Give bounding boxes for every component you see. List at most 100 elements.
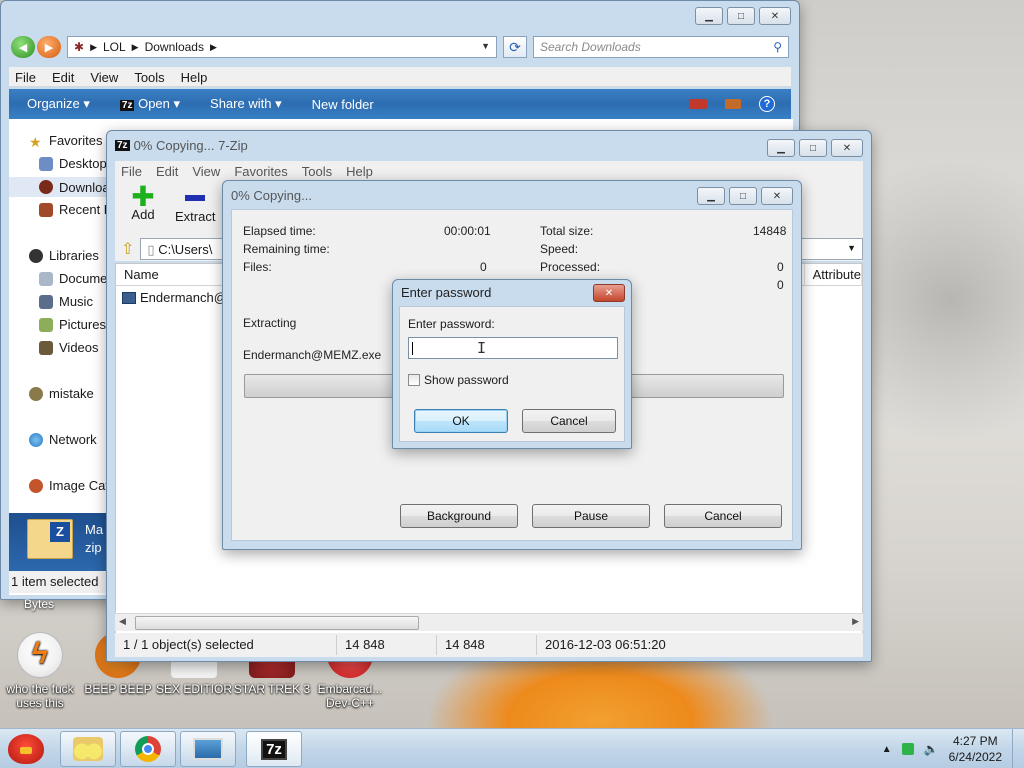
open-label: Open: [138, 96, 170, 111]
forward-button[interactable]: ▶: [37, 36, 61, 58]
close-button[interactable]: ✕: [761, 187, 793, 205]
new-folder-button[interactable]: New folder: [312, 97, 374, 112]
image-catalog-icon: [29, 478, 43, 493]
open-button[interactable]: 7z Open ▾: [119, 96, 180, 112]
show-desktop-button[interactable]: [1012, 729, 1024, 768]
show-hidden-icons[interactable]: ▲: [882, 744, 892, 755]
nav-network[interactable]: Network: [29, 432, 97, 447]
horizontal-scrollbar[interactable]: ◀ ▶: [115, 613, 863, 631]
show-password-checkbox[interactable]: Show password: [408, 373, 509, 387]
extra-value: 0: [777, 278, 784, 292]
folder-chicks-icon: [73, 737, 103, 761]
organize-button[interactable]: Organize ▾: [27, 96, 90, 112]
files-value: 0: [480, 260, 487, 274]
nav-videos[interactable]: Videos: [39, 340, 99, 355]
preview-pane-icon[interactable]: [725, 99, 741, 109]
music-icon: [39, 294, 53, 309]
menu-help[interactable]: Help: [340, 161, 379, 181]
close-button[interactable]: ✕: [831, 139, 863, 157]
desktop-icon-label: STAR TREK 3: [233, 682, 311, 696]
back-button[interactable]: ◀: [11, 36, 35, 58]
elapsed-value: 00:00:01: [444, 224, 491, 238]
scroll-right-arrow[interactable]: ▶: [852, 616, 859, 627]
nav-favorites[interactable]: ★ Favorites: [29, 133, 102, 150]
chevron-down-icon[interactable]: ▼: [481, 41, 490, 51]
maximize-button[interactable]: □: [727, 7, 755, 25]
menu-tools[interactable]: Tools: [128, 67, 170, 86]
menu-favorites[interactable]: Favorites: [228, 161, 293, 181]
nav-mistake[interactable]: mistake: [29, 386, 94, 401]
network-tray-icon[interactable]: [901, 743, 914, 755]
cancel-button[interactable]: Cancel: [522, 409, 616, 433]
clock[interactable]: 4:27 PM 6/24/2022: [949, 733, 1002, 765]
menu-view[interactable]: View: [186, 161, 226, 181]
bytes-label: Bytes: [24, 597, 55, 611]
menu-file[interactable]: File: [115, 161, 148, 181]
change-view-icon[interactable]: [689, 99, 707, 109]
checkbox-box[interactable]: [408, 374, 420, 386]
ok-button[interactable]: OK: [414, 409, 508, 433]
password-caption-buttons: ✕: [593, 284, 625, 302]
file-row[interactable]: Endermanch@: [122, 290, 227, 305]
nav-image-catalog[interactable]: Image Cat: [29, 478, 109, 493]
7zip-manager-titlebar[interactable]: 7z 0% Copying... 7-Zip: [107, 131, 871, 159]
desktop-icon-who-uses-this[interactable]: ϟ who the fuck uses this: [0, 632, 80, 710]
scrollbar-thumb[interactable]: [135, 616, 419, 630]
background-button[interactable]: Background: [400, 504, 518, 528]
nav-pictures[interactable]: Pictures: [39, 317, 106, 332]
breadcrumb-downloads[interactable]: Downloads: [145, 40, 204, 54]
cancel-button[interactable]: Cancel: [664, 504, 782, 528]
add-button[interactable]: ✚ Add: [123, 181, 163, 237]
close-button[interactable]: ✕: [759, 7, 791, 25]
nav-downloads[interactable]: Downloa: [9, 177, 110, 197]
chevron-down-icon[interactable]: ▼: [847, 243, 856, 253]
column-attributes[interactable]: Attribute: [805, 263, 862, 286]
extract-button[interactable]: Extract: [175, 181, 215, 237]
taskbar-app-chrome[interactable]: [120, 731, 176, 767]
breadcrumb-lol[interactable]: LOL: [103, 40, 126, 54]
taskbar-app-image-viewer[interactable]: [180, 731, 236, 767]
speed-label: Speed:: [540, 242, 579, 256]
help-icon[interactable]: ?: [759, 96, 775, 112]
status-selected: 1 / 1 object(s) selected: [115, 635, 337, 655]
maximize-button[interactable]: □: [799, 139, 827, 157]
nav-recent-places[interactable]: Recent P: [39, 202, 112, 217]
close-button[interactable]: ✕: [593, 284, 625, 302]
details-file-name: Ma: [85, 522, 104, 537]
taskbar-app-7zip[interactable]: 7z: [246, 731, 302, 767]
system-tray: ▲ 🔈 4:27 PM 6/24/2022: [882, 729, 1024, 768]
refresh-button[interactable]: ⟳: [503, 36, 527, 58]
image-viewer-icon: [193, 738, 223, 760]
nav-label: Music: [59, 294, 93, 309]
address-bar[interactable]: ✱ ▶ LOL ▶ Downloads ▶ ▼: [67, 36, 497, 58]
share-label: Share with: [210, 96, 272, 111]
scroll-left-arrow[interactable]: ◀: [119, 616, 126, 627]
menu-tools[interactable]: Tools: [296, 161, 338, 181]
videos-icon: [39, 340, 53, 355]
nav-libraries[interactable]: Libraries: [29, 248, 99, 263]
search-input[interactable]: Search Downloads ⚲: [533, 36, 789, 58]
share-with-button[interactable]: Share with ▾: [210, 96, 282, 112]
menu-edit[interactable]: Edit: [150, 161, 184, 181]
password-input[interactable]: I: [408, 337, 618, 359]
nav-music[interactable]: Music: [39, 294, 93, 309]
minimize-button[interactable]: ▁: [767, 139, 795, 157]
zip-badge: Z: [50, 522, 70, 542]
pause-button[interactable]: Pause: [532, 504, 650, 528]
menu-help[interactable]: Help: [175, 67, 214, 86]
menu-view[interactable]: View: [84, 67, 124, 86]
menu-file[interactable]: File: [9, 67, 42, 86]
address-row: ◀ ▶ ✱ ▶ LOL ▶ Downloads ▶ ▼ ⟳ Search Dow…: [11, 35, 789, 59]
start-button[interactable]: [4, 729, 48, 768]
menu-edit[interactable]: Edit: [46, 67, 80, 86]
minimize-button[interactable]: ▁: [695, 7, 723, 25]
up-folder-icon[interactable]: ⇧: [121, 239, 134, 259]
maximize-button[interactable]: □: [729, 187, 757, 205]
status-size: 14 848: [337, 635, 437, 655]
minimize-button[interactable]: ▁: [697, 187, 725, 205]
nav-documents[interactable]: Docume: [39, 271, 107, 286]
taskbar-app-explorer[interactable]: [60, 731, 116, 767]
volume-icon[interactable]: 🔈: [924, 742, 939, 756]
nav-desktop[interactable]: Desktop: [39, 156, 107, 171]
text-caret: [412, 342, 413, 355]
